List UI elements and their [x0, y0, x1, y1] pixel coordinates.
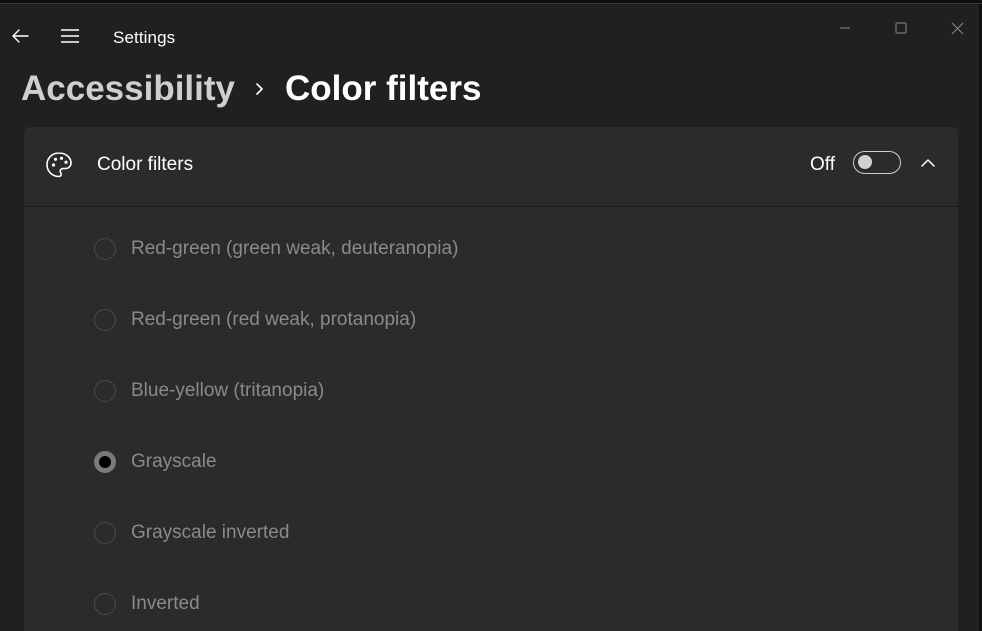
navigation-menu-button[interactable] — [54, 20, 86, 52]
radio-option-label: Red-green (green weak, deuteranopia) — [131, 238, 459, 259]
back-button[interactable] — [4, 20, 36, 52]
radio-option-tritanopia[interactable]: Blue-yellow (tritanopia) — [94, 376, 324, 406]
color-filters-toggle[interactable] — [853, 151, 901, 174]
radio-option-inverted[interactable]: Inverted — [94, 589, 200, 619]
title-bar: Settings — [0, 4, 979, 66]
radio-button[interactable] — [94, 522, 116, 544]
breadcrumb-separator — [255, 81, 265, 97]
radio-option-grayscale-inverted[interactable]: Grayscale inverted — [94, 518, 289, 548]
breadcrumb: Accessibility Color filters — [21, 64, 481, 114]
radio-option-label: Grayscale — [131, 451, 217, 472]
toggle-knob — [858, 155, 872, 169]
close-icon — [951, 22, 963, 34]
radio-option-deuteranopia[interactable]: Red-green (green weak, deuteranopia) — [94, 234, 458, 264]
app-title: Settings — [113, 28, 176, 47]
maximize-button[interactable] — [873, 8, 929, 48]
close-button[interactable] — [929, 8, 982, 48]
chevron-up-icon — [921, 159, 935, 167]
collapse-button[interactable] — [912, 147, 944, 179]
radio-option-grayscale[interactable]: Grayscale — [94, 447, 217, 477]
page-title: Color filters — [285, 69, 482, 108]
radio-button[interactable] — [94, 238, 116, 260]
minimize-icon — [840, 27, 850, 29]
radio-button[interactable] — [94, 309, 116, 331]
maximize-icon — [895, 22, 907, 34]
color-filters-card: Color filters Off Red-green (green weak,… — [24, 127, 958, 631]
radio-option-label: Red-green (red weak, protanopia) — [131, 309, 417, 330]
settings-window: Settings Accessibility Color filters Col… — [0, 0, 982, 631]
minimize-button[interactable] — [817, 8, 873, 48]
breadcrumb-parent-accessibility[interactable]: Accessibility — [21, 69, 235, 109]
radio-button[interactable] — [94, 593, 116, 615]
radio-option-label: Blue-yellow (tritanopia) — [131, 380, 325, 401]
radio-option-label: Grayscale inverted — [131, 522, 290, 543]
radio-button[interactable] — [94, 380, 116, 402]
color-filters-title: Color filters — [97, 154, 194, 175]
hamburger-menu-icon — [61, 29, 79, 43]
toggle-state-label: Off — [810, 154, 835, 175]
radio-button-selected[interactable] — [94, 451, 116, 473]
radio-option-label: Inverted — [131, 593, 200, 614]
back-arrow-icon — [12, 29, 29, 43]
palette-icon — [46, 152, 72, 178]
radio-option-protanopia[interactable]: Red-green (red weak, protanopia) — [94, 305, 416, 335]
color-filters-header[interactable]: Color filters Off — [24, 127, 958, 207]
chevron-right-icon — [256, 83, 263, 95]
